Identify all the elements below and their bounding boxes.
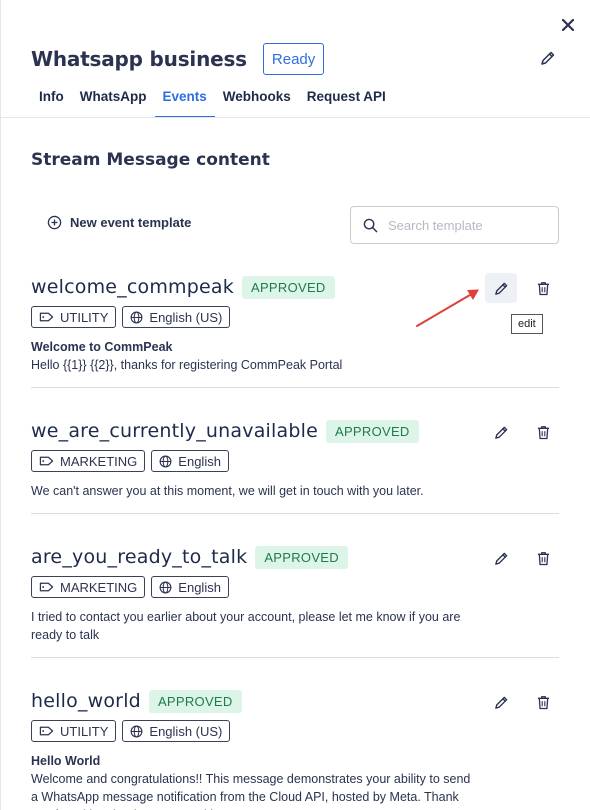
globe-icon xyxy=(159,581,172,593)
edit-template-button[interactable] xyxy=(485,417,517,447)
language-label: English (US) xyxy=(149,309,223,325)
pencil-icon xyxy=(541,51,555,65)
category-label: MARKETING xyxy=(60,453,138,469)
globe-icon xyxy=(130,311,143,323)
language-tag: English (US) xyxy=(122,306,231,328)
template-header: Welcome to CommPeak xyxy=(31,340,173,354)
edit-template-button[interactable] xyxy=(485,543,517,573)
edit-template-button[interactable] xyxy=(485,273,517,303)
template-body: I tried to contact you earlier about you… xyxy=(31,610,461,642)
template-header: Hello World xyxy=(31,754,101,768)
pencil-icon xyxy=(494,552,507,565)
category-label: UTILITY xyxy=(60,723,109,739)
page-title: Whatsapp business xyxy=(31,47,247,71)
search-icon xyxy=(363,218,378,232)
tag-icon xyxy=(39,312,54,322)
search-box[interactable] xyxy=(350,206,559,244)
pencil-icon xyxy=(494,426,507,439)
tag-icon xyxy=(39,726,54,736)
tab-request-api[interactable]: Request API xyxy=(299,80,394,118)
search-input[interactable] xyxy=(388,217,538,233)
new-event-template-button[interactable]: New event template xyxy=(47,215,191,230)
tab-events[interactable]: Events xyxy=(154,80,215,118)
pencil-icon xyxy=(494,282,507,295)
category-label: UTILITY xyxy=(60,309,109,325)
approved-badge: APPROVED xyxy=(325,419,419,443)
template-item: hello_world APPROVED UTILITY English (US… xyxy=(31,688,559,810)
globe-icon xyxy=(159,455,172,467)
header: Whatsapp business Ready xyxy=(31,43,325,75)
globe-icon xyxy=(130,725,143,737)
delete-template-button[interactable] xyxy=(527,543,559,573)
approved-badge: APPROVED xyxy=(255,545,348,569)
category-label: MARKETING xyxy=(60,579,138,595)
language-label: English xyxy=(178,579,221,595)
tab-webhooks[interactable]: Webhooks xyxy=(215,80,299,118)
category-tag: UTILITY xyxy=(31,720,117,742)
trash-icon xyxy=(537,281,549,295)
annotation-arrow xyxy=(416,289,479,327)
edit-template-button[interactable] xyxy=(485,687,517,717)
template-item: we_are_currently_unavailable APPROVED MA… xyxy=(31,418,559,500)
language-tag: English (US) xyxy=(122,720,231,742)
status-badge: Ready xyxy=(262,43,325,75)
language-label: English xyxy=(178,453,221,469)
divider xyxy=(31,657,559,658)
template-name: we_are_currently_unavailable xyxy=(31,420,318,442)
divider xyxy=(31,513,559,514)
category-tag: UTILITY xyxy=(31,306,117,328)
plus-circle-icon xyxy=(47,215,62,230)
tag-icon xyxy=(39,582,54,592)
pencil-icon xyxy=(494,696,507,709)
side-panel: Whatsapp business Ready Info WhatsApp Ev… xyxy=(0,0,590,810)
tag-icon xyxy=(39,456,54,466)
template-body: We can't answer you at this moment, we w… xyxy=(31,484,424,498)
category-tag: MARKETING xyxy=(31,576,146,598)
trash-icon xyxy=(537,695,549,709)
close-icon xyxy=(562,19,574,31)
template-item: are_you_ready_to_talk APPROVED MARKETING… xyxy=(31,544,559,644)
trash-icon xyxy=(537,551,549,565)
template-name: welcome_commpeak xyxy=(31,276,234,298)
tab-whatsapp[interactable]: WhatsApp xyxy=(72,80,155,118)
tab-bar: Info WhatsApp Events Webhooks Request AP… xyxy=(31,80,394,118)
close-button[interactable] xyxy=(558,14,578,36)
section-title: Stream Message content xyxy=(31,150,270,170)
template-name: are_you_ready_to_talk xyxy=(31,546,248,568)
divider xyxy=(31,387,559,388)
language-tag: English xyxy=(151,576,229,598)
language-tag: English xyxy=(151,450,229,472)
delete-template-button[interactable] xyxy=(527,687,559,717)
tab-info[interactable]: Info xyxy=(31,80,72,118)
language-label: English (US) xyxy=(149,723,223,739)
template-name: hello_world xyxy=(31,690,141,712)
new-event-template-label: New event template xyxy=(70,215,192,230)
template-body: Hello {{1}} {{2}}, thanks for registerin… xyxy=(31,358,343,372)
trash-icon xyxy=(537,425,549,439)
delete-template-button[interactable] xyxy=(527,417,559,447)
template-body: Welcome and congratulations!! This messa… xyxy=(31,772,471,810)
delete-template-button[interactable] xyxy=(527,273,559,303)
edit-title-button[interactable] xyxy=(540,50,558,68)
edit-tooltip: edit xyxy=(511,314,543,334)
category-tag: MARKETING xyxy=(31,450,146,472)
approved-badge: APPROVED xyxy=(148,689,242,713)
tabs-divider xyxy=(1,117,590,118)
approved-badge: APPROVED xyxy=(241,275,335,299)
